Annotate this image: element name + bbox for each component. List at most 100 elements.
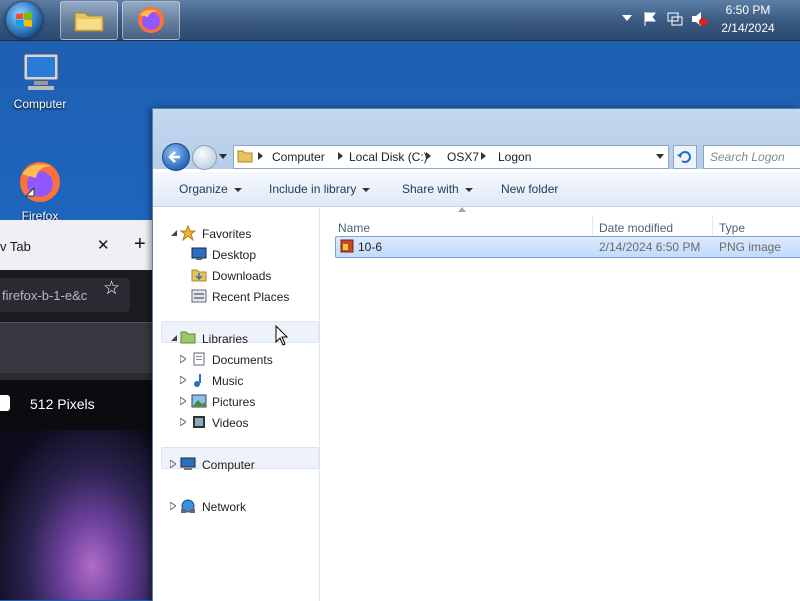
column-header-name[interactable]: Name <box>338 221 370 235</box>
collapsed-arrow-icon[interactable] <box>170 502 176 510</box>
chevron-right-icon <box>258 152 263 160</box>
taskbar-firefox-button[interactable] <box>122 1 180 40</box>
collapsed-arrow-icon[interactable] <box>180 376 186 384</box>
organize-label: Organize <box>179 182 228 196</box>
folder-icon <box>74 12 104 32</box>
new-tab-icon[interactable]: + <box>134 233 146 256</box>
network-icon <box>181 499 195 513</box>
column-header-date[interactable]: Date modified <box>599 221 673 235</box>
firefox-bookmarks-bar <box>0 322 154 373</box>
collapsed-arrow-icon[interactable] <box>180 397 186 405</box>
start-button[interactable] <box>6 2 42 38</box>
breadcrumb-logon[interactable]: Logon <box>498 150 531 164</box>
file-name: 10-6 <box>358 240 383 254</box>
url-text: firefox-b-1-e&c <box>2 288 88 303</box>
file-list-pane: Name Date modified Type 10-6 2/14/2024 6… <box>320 207 800 601</box>
chevron-down-icon <box>464 187 473 192</box>
libraries-icon <box>180 331 196 344</box>
share-with-menu[interactable]: Share with <box>402 182 473 196</box>
include-in-library-menu[interactable]: Include in library <box>269 182 371 196</box>
sort-ascending-icon <box>458 207 466 212</box>
navigation-pane: Favorites Desktop Downloads Recent Place… <box>153 207 320 601</box>
expanded-arrow-icon[interactable] <box>171 230 177 236</box>
chevron-right-icon <box>338 152 343 160</box>
expanded-arrow-icon[interactable] <box>171 335 177 341</box>
command-bar: Organize Include in library Share with N… <box>153 172 800 207</box>
nav-music[interactable]: Music <box>212 374 243 388</box>
desktop-icon <box>191 247 207 260</box>
chevron-down-icon <box>233 187 242 192</box>
address-bar[interactable]: Computer Local Disk (C:) OSX7 Logon <box>233 145 669 169</box>
refresh-icon <box>677 151 691 163</box>
breadcrumb-osx7[interactable]: OSX7 <box>447 150 479 164</box>
action-center-flag-icon[interactable] <box>642 11 658 27</box>
computer-icon <box>180 457 196 470</box>
png-image-icon <box>340 239 354 253</box>
folder-icon <box>237 150 253 163</box>
desktop-icon-computer[interactable]: Computer <box>5 50 75 111</box>
share-label: Share with <box>402 182 459 196</box>
videos-icon <box>193 416 205 428</box>
nav-downloads[interactable]: Downloads <box>212 269 271 283</box>
forward-button[interactable] <box>192 145 217 170</box>
taskbar-explorer-button[interactable] <box>60 1 118 40</box>
column-divider[interactable] <box>712 215 713 237</box>
downloads-folder-icon <box>191 269 207 282</box>
clock-date[interactable]: 2/14/2024 <box>718 21 778 35</box>
collapsed-arrow-icon[interactable] <box>180 355 186 363</box>
column-divider[interactable] <box>592 215 593 237</box>
nav-pictures[interactable]: Pictures <box>212 395 255 409</box>
nav-favorites[interactable]: Favorites <box>202 227 251 241</box>
chevron-down-icon <box>362 187 371 192</box>
nav-network[interactable]: Network <box>202 500 246 514</box>
file-row[interactable]: 10-6 2/14/2024 6:50 PM PNG image <box>335 236 800 258</box>
new-folder-button[interactable]: New folder <box>501 182 558 196</box>
column-header-type[interactable]: Type <box>719 221 745 235</box>
nav-computer[interactable]: Computer <box>202 458 255 472</box>
nav-desktop[interactable]: Desktop <box>212 248 256 262</box>
file-date: 2/14/2024 6:50 PM <box>599 240 701 254</box>
collapsed-arrow-icon[interactable] <box>180 418 186 426</box>
nav-documents[interactable]: Documents <box>212 353 273 367</box>
taskbar: 6:50 PM 2/14/2024 <box>0 0 800 41</box>
show-hidden-icons-icon[interactable] <box>622 15 632 23</box>
nav-videos[interactable]: Videos <box>212 416 248 430</box>
address-dropdown-icon[interactable] <box>656 154 664 160</box>
windows-logo-icon <box>16 12 32 27</box>
desktop-icon-label: Computer <box>13 97 67 111</box>
computer-icon <box>23 53 59 90</box>
firefox-window: v Tab ✕ + firefox-b-1-e&c ☆ 512 Pixels <box>0 220 154 600</box>
music-icon <box>194 374 201 387</box>
mouse-cursor-icon <box>275 325 289 346</box>
chevron-right-icon <box>426 152 431 160</box>
firefox-tab-title[interactable]: v Tab <box>0 239 31 254</box>
documents-icon <box>193 352 205 366</box>
chevron-right-icon <box>481 152 486 160</box>
file-type: PNG image <box>719 240 782 254</box>
pictures-icon <box>191 394 207 408</box>
breadcrumb-computer[interactable]: Computer <box>272 150 325 164</box>
firefox-icon <box>20 162 60 202</box>
clock-time[interactable]: 6:50 PM <box>718 3 778 17</box>
firefox-icon <box>138 7 164 33</box>
page-site-title[interactable]: 512 Pixels <box>30 396 95 412</box>
network-icon[interactable] <box>666 11 684 27</box>
breadcrumb-local-disk[interactable]: Local Disk (C:) <box>349 150 428 164</box>
nav-recent-places[interactable]: Recent Places <box>212 290 289 304</box>
firefox-tab-bar: v Tab ✕ + <box>0 220 154 270</box>
bookmark-star-icon[interactable]: ☆ <box>103 277 120 300</box>
close-tab-icon[interactable]: ✕ <box>97 236 110 254</box>
desktop-icon-firefox[interactable]: Firefox <box>5 158 75 223</box>
refresh-button[interactable] <box>673 145 697 169</box>
nav-libraries[interactable]: Libraries <box>202 332 248 346</box>
wallpaper-image <box>0 430 154 600</box>
favorites-star-icon <box>180 225 196 241</box>
search-input[interactable]: Search Logon <box>703 145 800 169</box>
recent-pages-chevron-icon[interactable] <box>219 154 227 160</box>
organize-menu[interactable]: Organize <box>179 182 242 196</box>
search-placeholder: Search Logon <box>710 150 785 164</box>
back-button[interactable] <box>162 143 190 171</box>
back-arrow-icon <box>168 151 180 163</box>
collapsed-arrow-icon[interactable] <box>170 460 176 468</box>
volume-muted-icon[interactable] <box>691 11 707 27</box>
